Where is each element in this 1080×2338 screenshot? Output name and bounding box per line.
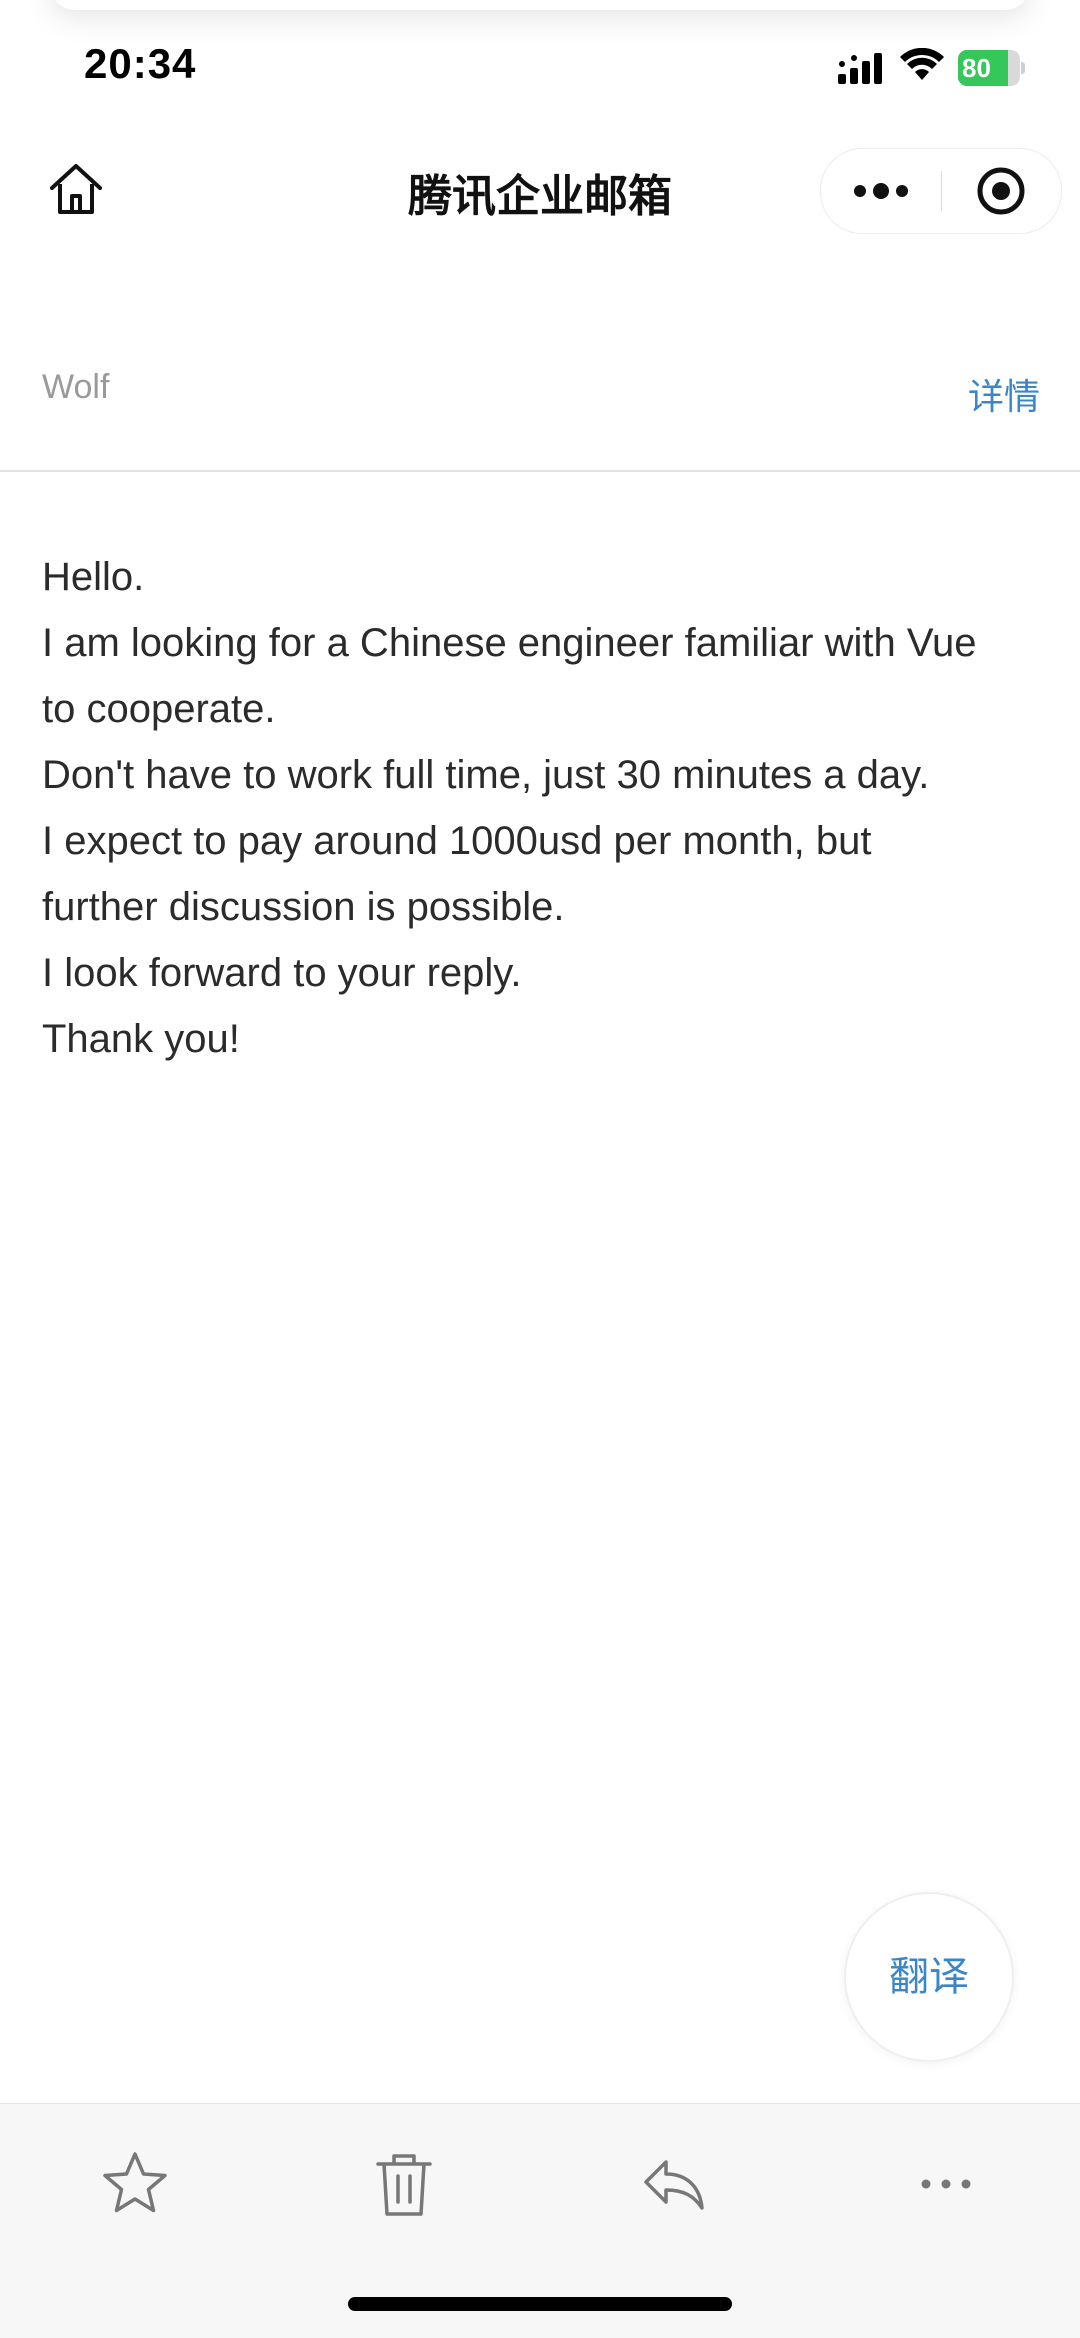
wifi-icon [900,48,944,80]
signal-icon [838,53,882,84]
mail-line: Hello. [42,555,145,599]
more-icon[interactable] [821,149,941,233]
status-bar: 20:34 80 [0,0,1080,130]
battery-charging-icon: 80 [958,50,1026,86]
mail-line: further discussion is possible. [42,885,565,929]
details-link[interactable]: 详情 [968,368,1040,420]
battery-label: 80 [962,53,991,83]
mail-line: I look forward to your reply. [42,951,522,995]
reply-icon[interactable] [634,2144,714,2224]
status-bar-shadow [50,0,1030,10]
page-title: 腾讯企业邮箱 [408,172,672,221]
sender-name: Wolf [42,368,110,406]
more-horizontal-icon[interactable] [906,2144,986,2224]
translate-button[interactable]: 翻译 [844,1892,1014,2062]
battery-body: 80 [958,50,1020,86]
mail-line: I am looking for a Chinese engineer fami… [42,621,977,665]
home-icon[interactable] [44,158,108,222]
mail-line: Don't have to work full time, just 30 mi… [42,753,930,797]
battery-cap [1021,62,1025,74]
close-target-icon[interactable] [942,149,1061,233]
sender-row: Wolf 详情 [0,350,1080,472]
mail-line: Thank you! [42,1017,240,1061]
star-icon[interactable] [95,2144,175,2224]
mail-line: to cooperate. [42,687,276,731]
nav-bar: 腾讯企业邮箱 [0,130,1080,260]
home-indicator [348,2297,732,2311]
mini-program-capsule [820,148,1062,234]
status-time: 20:34 [84,40,197,87]
mail-body: Hello. I am looking for a Chinese engine… [42,544,1042,1072]
trash-icon[interactable] [364,2144,444,2224]
mail-line: I expect to pay around 1000usd per month… [42,819,872,863]
